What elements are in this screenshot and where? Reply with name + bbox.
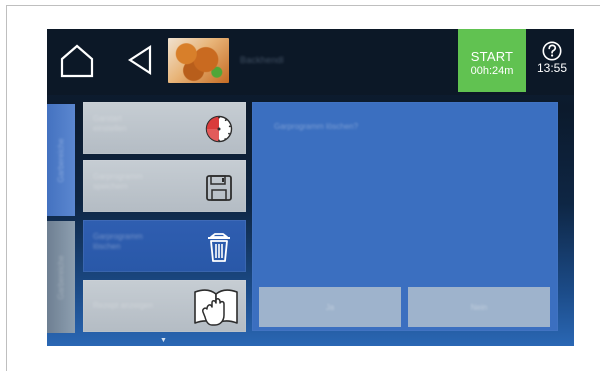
menu-item-start-time-label: Garstart einstellen: [93, 114, 127, 133]
menu-item-delete-program-label: Garprogramm löschen: [93, 232, 143, 251]
menu-item-show-recipe-label: Rezept anzeigen: [93, 301, 154, 310]
home-icon[interactable]: [59, 42, 95, 80]
device-screen: Backhendl START 00h:24m 13:55 Garbereich…: [47, 29, 574, 346]
no-button-label: Nein: [470, 302, 488, 312]
clock-time: 13:55: [536, 61, 568, 75]
menu-item-delete-program[interactable]: Garprogramm löschen: [83, 220, 246, 272]
save-icon: [200, 168, 238, 206]
menu-item-show-recipe[interactable]: Rezept anzeigen: [83, 280, 246, 332]
book-hand-icon: [190, 285, 242, 331]
side-tab-1[interactable]: Garbereiche: [47, 104, 75, 216]
help-clock[interactable]: 13:55: [533, 41, 571, 83]
back-arrow-icon[interactable]: [125, 43, 155, 77]
no-button[interactable]: Nein: [408, 287, 550, 327]
confirm-dialog-question: Garprogramm löschen?: [274, 122, 359, 131]
menu-item-save-program-label: Garprogramm speichern: [93, 172, 143, 191]
menu-item-start-time[interactable]: Garstart einstellen: [83, 102, 246, 154]
trash-icon: [200, 228, 238, 266]
food-image: [168, 38, 229, 83]
timer-icon: [200, 110, 238, 148]
scroll-indicator-icon: ▼: [160, 337, 167, 344]
top-bar: Backhendl START 00h:24m 13:55: [47, 29, 574, 95]
menu-item-save-program[interactable]: Garprogramm speichern: [83, 160, 246, 212]
side-tab-2[interactable]: Garbereiche: [47, 221, 75, 333]
start-time: 00h:24m: [470, 65, 514, 77]
help-icon[interactable]: [542, 41, 562, 61]
start-button[interactable]: START 00h:24m: [458, 29, 526, 92]
side-tab-2-label: Garbereiche: [56, 254, 66, 300]
yes-button[interactable]: Ja: [259, 287, 401, 327]
side-tab-1-label: Garbereiche: [56, 137, 66, 183]
start-label: START: [470, 49, 514, 64]
page-title: Backhendl: [240, 55, 284, 65]
yes-button-label: Ja: [325, 302, 335, 312]
